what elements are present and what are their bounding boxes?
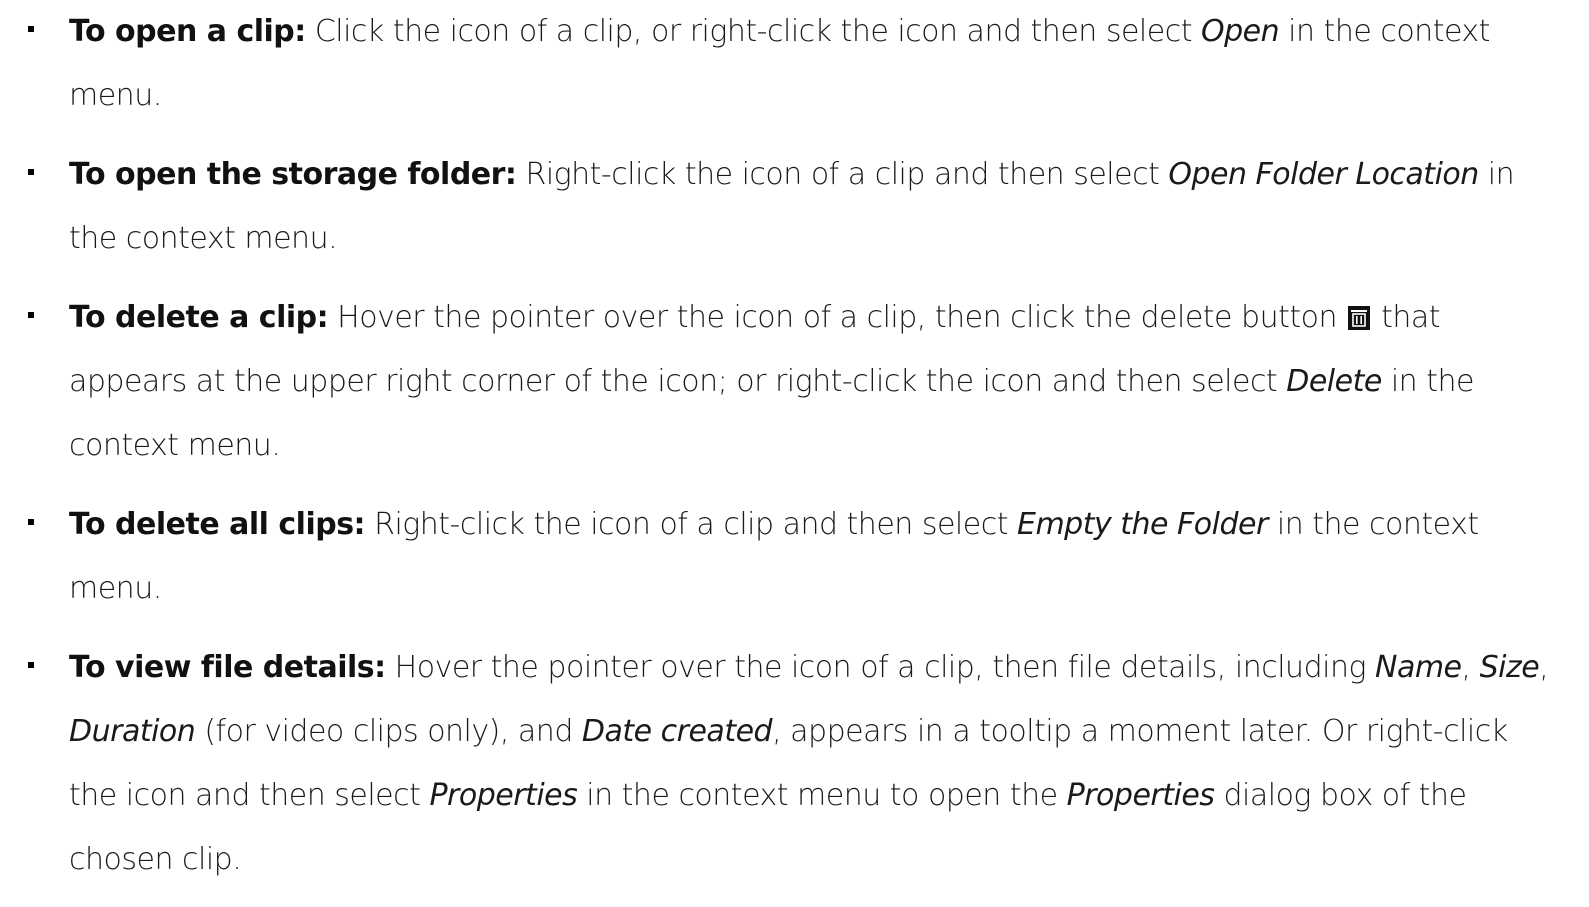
list-item-delete-clip: To delete a clip: Hover the pointer over… [0, 286, 1589, 478]
instruction-list: To open a clip: Click the icon of a clip… [0, 0, 1589, 907]
item-text: Hover the pointer over the icon of a cli… [328, 300, 1347, 335]
item-text: Right-click the icon of a clip and then … [365, 507, 1017, 542]
bullet-icon [28, 519, 34, 525]
item-emphasis: Name [1375, 650, 1462, 685]
item-emphasis: Duration [69, 714, 196, 749]
item-emphasis: Delete [1286, 364, 1382, 399]
item-term: To delete a clip: [69, 300, 329, 335]
list-item-open-clip: To open a clip: Click the icon of a clip… [0, 0, 1589, 128]
bullet-icon [28, 26, 34, 32]
list-item-view-file-details: To view file details: Hover the pointer … [0, 636, 1589, 892]
item-term: To view file details: [69, 650, 386, 685]
bullet-icon [28, 662, 34, 668]
item-emphasis: Properties [1066, 778, 1215, 813]
item-text: Hover the pointer over the icon of a cli… [385, 650, 1375, 685]
bullet-icon [28, 169, 34, 175]
bullet-icon [28, 312, 34, 318]
item-emphasis: Size [1479, 650, 1540, 685]
item-emphasis: Open Folder Location [1168, 157, 1479, 192]
item-text: (for video clips only), and [195, 714, 582, 749]
item-emphasis: Empty the Folder [1017, 507, 1268, 542]
item-term: To open a clip: [69, 14, 306, 49]
trash-icon [1348, 306, 1371, 330]
item-term: To open the storage folder: [69, 157, 517, 192]
item-text: , [1461, 650, 1480, 685]
item-text: Click the icon of a clip, or right-click… [305, 14, 1201, 49]
item-emphasis: Properties [429, 778, 578, 813]
item-term: To delete all clips: [69, 507, 366, 542]
item-emphasis: Date created [581, 714, 773, 749]
item-emphasis: Open [1201, 14, 1280, 49]
list-item-delete-all-clips: To delete all clips: Right-click the ico… [0, 493, 1589, 621]
item-text: in the context menu to open the [577, 778, 1067, 813]
list-item-open-storage-folder: To open the storage folder: Right-click … [0, 143, 1589, 271]
item-text: , [1539, 650, 1549, 685]
item-text: Right-click the icon of a clip and then … [516, 157, 1169, 192]
